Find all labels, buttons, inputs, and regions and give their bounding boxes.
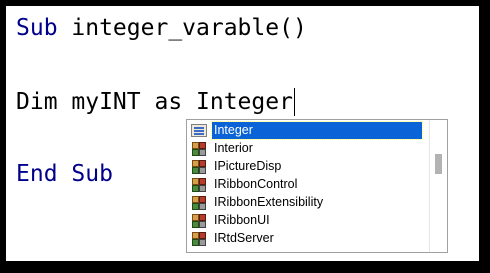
class-icon <box>191 141 207 156</box>
autocomplete-item[interactable]: Integer <box>187 120 429 140</box>
autocomplete-list[interactable]: Integer Interior IPictureDisp IRibbonContro… <box>186 119 448 253</box>
class-icon <box>191 231 207 246</box>
sub-keyword: Sub <box>16 15 58 41</box>
autocomplete-item-label: Interior <box>214 140 253 155</box>
autocomplete-item-label: IRibbonExtensibility <box>214 194 324 209</box>
autocomplete-item[interactable]: IPictureDisp <box>187 157 429 175</box>
class-icon <box>191 177 207 192</box>
code-line-2: Dim myINT as Integer <box>16 88 295 116</box>
code-line-3: End Sub <box>16 160 113 188</box>
code-editor[interactable]: Sub integer_varable() Dim myINT as Integ… <box>6 6 479 261</box>
autocomplete-items: Integer Interior IPictureDisp IRibbonContro… <box>187 120 429 247</box>
enum-icon <box>191 123 207 138</box>
scrollbar-thumb[interactable] <box>435 154 442 174</box>
autocomplete-item-label: IPictureDisp <box>214 158 282 173</box>
text-caret <box>293 88 295 116</box>
autocomplete-item[interactable]: IRtdServer <box>187 229 429 247</box>
autocomplete-item-label: IRibbonUI <box>214 212 270 227</box>
autocomplete-item-label: IRibbonControl <box>214 176 298 191</box>
class-icon <box>191 159 207 174</box>
autocomplete-item[interactable]: IRibbonExtensibility <box>187 193 429 211</box>
autocomplete-item[interactable]: IRibbonUI <box>187 211 429 229</box>
autocomplete-item-label: IRtdServer <box>214 230 274 245</box>
autocomplete-item[interactable]: IRibbonControl <box>187 175 429 193</box>
autocomplete-item[interactable]: Interior <box>187 139 429 157</box>
autocomplete-item-label: Integer <box>211 120 423 140</box>
dim-statement: Dim myINT as Integer <box>16 89 293 115</box>
end-sub-keyword: End Sub <box>16 161 113 187</box>
class-icon <box>191 195 207 210</box>
code-line-1: Sub integer_varable() <box>16 14 307 42</box>
class-icon <box>191 213 207 228</box>
autocomplete-scrollbar[interactable] <box>429 120 447 252</box>
procedure-signature: integer_varable() <box>57 15 307 41</box>
